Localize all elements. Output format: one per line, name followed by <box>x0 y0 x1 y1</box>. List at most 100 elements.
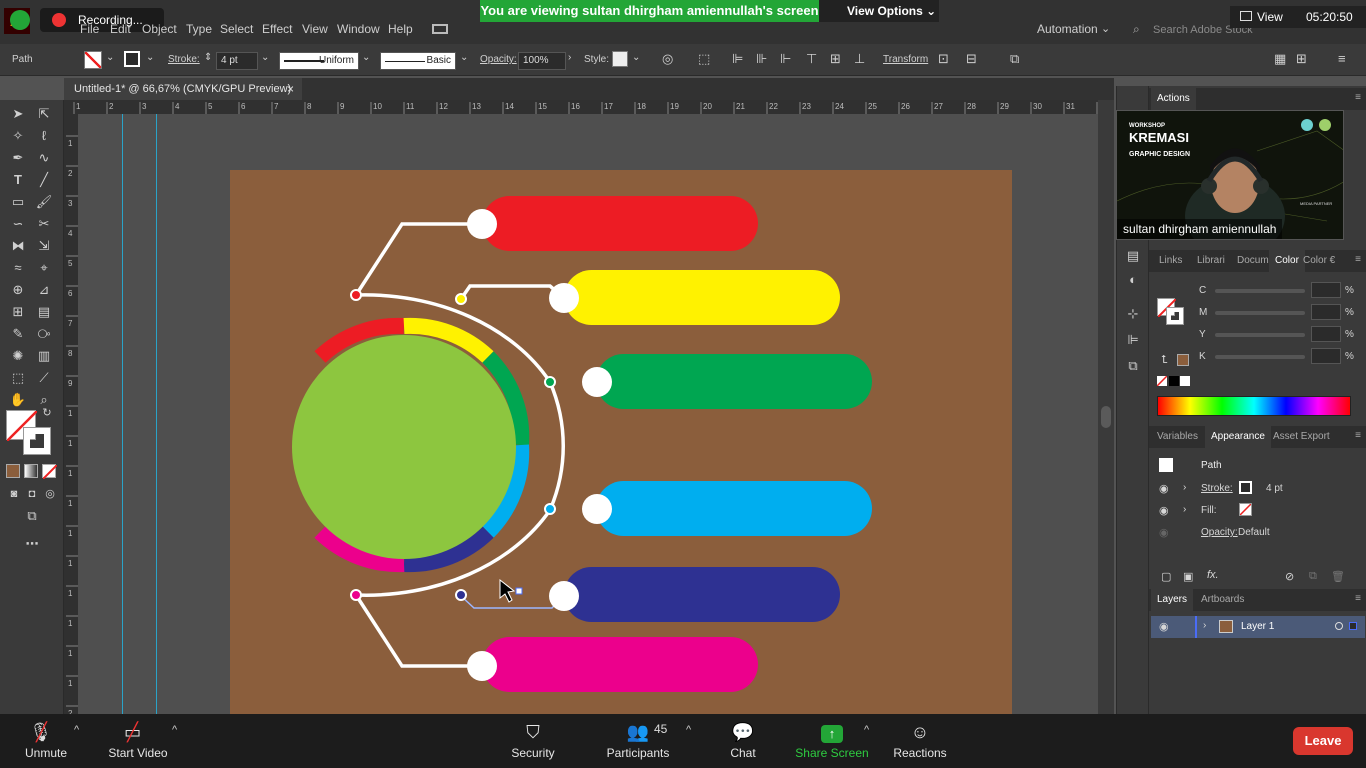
black-slider[interactable] <box>1215 355 1305 359</box>
pen-tool-icon[interactable]: ✒ <box>8 148 28 168</box>
draw-behind-icon[interactable]: ◘ <box>22 484 42 504</box>
stroke-weight-field[interactable]: 4 pt <box>216 52 258 70</box>
cyan-slider[interactable] <box>1215 289 1305 293</box>
chevron-up-icon[interactable]: ^ <box>864 724 869 736</box>
symbol-sprayer-icon[interactable]: ✺ <box>8 346 28 366</box>
dot-yellow[interactable] <box>455 293 467 305</box>
menu-icon[interactable]: ≡ <box>1355 254 1361 265</box>
dot-green[interactable] <box>544 376 556 388</box>
delete-icon[interactable]: 🗑 <box>1331 570 1345 583</box>
yellow-slider[interactable] <box>1215 333 1305 337</box>
appearance-stroke-value[interactable]: 4 pt <box>1266 483 1283 494</box>
fx-button[interactable]: fx. <box>1207 569 1219 581</box>
tab-color-guide[interactable]: Color € <box>1297 250 1341 272</box>
shaper-icon[interactable]: ∽ <box>8 214 28 234</box>
tab-appearance[interactable]: Appearance <box>1205 426 1271 448</box>
chevron-up-icon[interactable]: ^ <box>172 724 177 736</box>
unmute-button[interactable]: 🎙╱ Unmute <box>20 714 72 768</box>
eye-icon[interactable]: ◉ <box>1159 526 1169 539</box>
appearance-stroke-label[interactable]: Stroke: <box>1201 483 1233 494</box>
transform-panel-icon[interactable]: ⊹ <box>1123 304 1143 324</box>
fill-swatch[interactable] <box>84 51 102 69</box>
document-tab[interactable]: Untitled-1* @ 66,67% (CMYK/GPU Preview) … <box>64 78 302 100</box>
tab-artboards[interactable]: Artboards <box>1195 589 1250 611</box>
screen-mode-icon[interactable]: ⧉ <box>22 506 42 526</box>
automation-menu[interactable]: Automation <box>1037 22 1098 36</box>
eye-icon[interactable]: ◉ <box>1159 620 1169 633</box>
align-center-icon[interactable]: ⊪ <box>756 51 767 67</box>
white-swatch[interactable] <box>1180 376 1190 386</box>
appearance-fill-label[interactable]: Fill: <box>1201 505 1217 516</box>
center-circle[interactable] <box>292 335 516 559</box>
dot-blue[interactable] <box>544 503 556 515</box>
share-screen-button[interactable]: ↑ Share Screen <box>794 714 870 768</box>
knob-red[interactable] <box>467 209 497 239</box>
more-tools-icon[interactable]: ⋯ <box>22 534 42 554</box>
color-stroke-swatch[interactable] <box>1166 307 1184 325</box>
align-bottom-icon[interactable]: ⊥ <box>854 51 865 67</box>
eye-icon[interactable]: ◉ <box>1159 482 1169 495</box>
selected-path[interactable] <box>460 595 564 609</box>
dot-red[interactable] <box>350 289 362 301</box>
paintbrush-icon[interactable]: 🖌 <box>34 192 54 212</box>
layer-name[interactable]: Layer 1 <box>1241 621 1274 632</box>
yellow-field[interactable] <box>1311 326 1341 342</box>
knob-green[interactable] <box>582 367 612 397</box>
view-button[interactable]: View <box>1257 10 1283 24</box>
layer-row[interactable]: ◉ › Layer 1 <box>1151 616 1365 638</box>
arrange-icon[interactable]: ⊟ <box>966 51 977 67</box>
type-tool-icon[interactable]: T <box>8 170 28 190</box>
guide-line[interactable] <box>122 114 123 714</box>
gradient-icon[interactable]: ▤ <box>34 302 54 322</box>
color-spectrum[interactable] <box>1157 396 1351 416</box>
appearance-opacity-label[interactable]: Opacity: <box>1201 527 1238 538</box>
dot-navy[interactable] <box>455 589 467 601</box>
recolor-icon[interactable]: ◎ <box>662 51 673 67</box>
tab-asset-export[interactable]: Asset Export <box>1267 426 1336 448</box>
menu-icon[interactable]: ≡ <box>1338 51 1346 66</box>
none-swatch[interactable] <box>1156 375 1168 387</box>
knob-navy[interactable] <box>549 581 579 611</box>
cyan-field[interactable] <box>1311 282 1341 298</box>
scale-icon[interactable]: ⇲ <box>34 236 54 256</box>
chevron-right-icon[interactable]: › <box>1203 620 1206 631</box>
canvas[interactable] <box>78 114 1098 714</box>
line-tool-icon[interactable]: ╱ <box>34 170 54 190</box>
menu-view[interactable]: View <box>302 22 328 36</box>
align-panel-icon[interactable]: ⊫ <box>1123 330 1143 350</box>
curvature-icon[interactable]: ∿ <box>34 148 54 168</box>
stroke-profile-select[interactable]: Uniform <box>279 52 359 70</box>
menu-icon[interactable]: ≡ <box>1355 593 1361 604</box>
knob-magenta[interactable] <box>467 651 497 681</box>
chevron-up-icon[interactable]: ^ <box>74 724 79 736</box>
scissors-icon[interactable]: ✂ <box>34 214 54 234</box>
magic-wand-icon[interactable]: ✧ <box>8 126 28 146</box>
blend-icon[interactable]: ⧂ <box>34 324 54 344</box>
direct-selection-tool-icon[interactable]: ⇱ <box>34 104 54 124</box>
guide-line[interactable] <box>156 114 157 714</box>
align-left-icon[interactable]: ⊫ <box>732 51 743 67</box>
mesh-icon[interactable]: ⊞ <box>8 302 28 322</box>
artboard[interactable] <box>230 170 1012 714</box>
anchor-point[interactable] <box>515 587 523 595</box>
reactions-button[interactable]: ☺ Reactions <box>892 714 948 768</box>
opacity-field[interactable]: 100% <box>518 52 566 70</box>
swap-icon[interactable]: ↻ <box>40 406 54 420</box>
chevron-right-icon[interactable]: › <box>568 52 571 63</box>
perspective-icon[interactable]: ⊿ <box>34 280 54 300</box>
vertical-scrollbar[interactable] <box>1098 100 1114 714</box>
tab-variables[interactable]: Variables <box>1151 426 1204 448</box>
leave-button[interactable]: Leave <box>1293 727 1353 755</box>
appearance-fill-swatch[interactable] <box>1239 503 1252 516</box>
align-top-icon[interactable]: ⊤ <box>806 51 817 67</box>
tab-layers[interactable]: Layers <box>1151 589 1194 611</box>
webcam-thumbnail[interactable]: WORKSHOP KREMASI GRAPHIC DESIGN MEDIA PA… <box>1116 110 1344 240</box>
infographic-graphics[interactable] <box>230 170 1012 714</box>
artboard-icon[interactable]: ⬚ <box>8 368 28 388</box>
stroke-label[interactable]: Stroke: <box>168 54 200 65</box>
close-icon[interactable]: × <box>287 78 294 100</box>
draw-inside-icon[interactable]: ◎ <box>40 484 60 504</box>
security-button[interactable]: ⛉ Security <box>506 714 560 768</box>
brush-select[interactable]: Basic <box>380 52 456 70</box>
menu-icon[interactable]: ≡ <box>1355 92 1361 103</box>
